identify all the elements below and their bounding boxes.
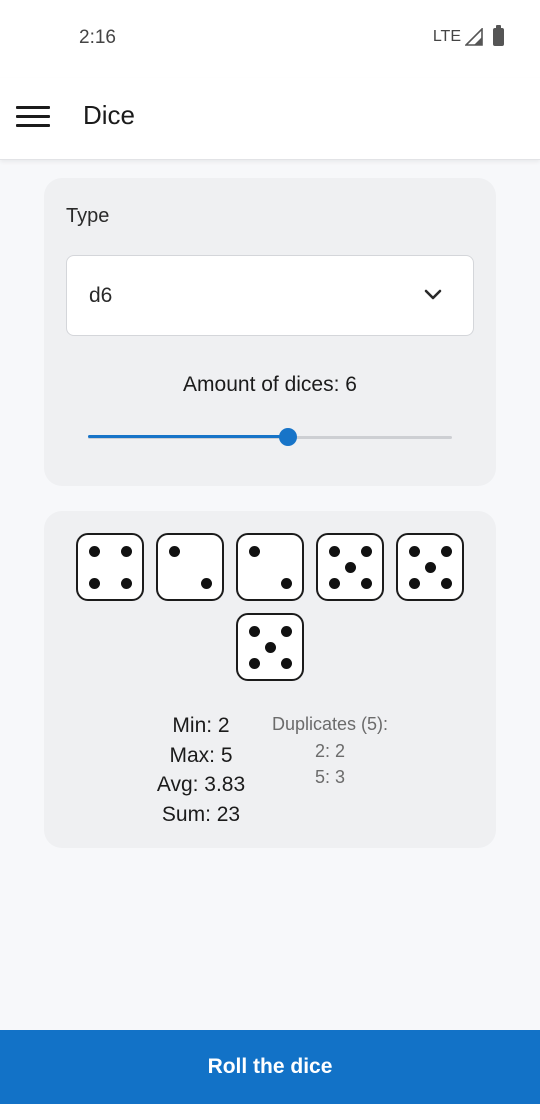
die-pip — [424, 561, 436, 573]
dice-settings-card: Type d6 Amount of dices: 6 — [44, 178, 496, 486]
status-icons: LTE — [432, 25, 504, 46]
dice-type-select[interactable]: d6 — [66, 255, 474, 336]
die-pip — [344, 561, 356, 573]
signal-icon — [465, 28, 483, 46]
slider-fill — [88, 435, 289, 438]
die-pip — [168, 545, 180, 557]
die-pip — [200, 577, 212, 589]
status-time: 2:16 — [79, 27, 116, 48]
duplicate-item: 2: 2 — [314, 740, 346, 761]
die-pip — [248, 625, 260, 637]
duplicate-item: 5: 3 — [314, 767, 346, 787]
navigation-bar — [0, 1104, 540, 1120]
die-pip — [248, 657, 260, 669]
stat-min: Min: 2 — [172, 714, 230, 737]
dice-row — [44, 533, 496, 601]
die-pip — [408, 545, 420, 557]
chevron-down-icon — [424, 289, 442, 300]
dice-type-value: d6 — [89, 284, 113, 307]
stats-summary: Min: 2 Max: 5 Avg: 3.83 Sum: 23 — [136, 711, 266, 829]
battery-icon — [493, 25, 504, 46]
die-face — [236, 613, 304, 681]
die-face — [156, 533, 224, 601]
die-pip — [264, 641, 276, 653]
die-face — [316, 533, 384, 601]
duplicates-summary: Duplicates (5): 2: 2 5: 3 — [260, 711, 400, 791]
duplicates-title: Duplicates (5): — [271, 714, 389, 734]
amount-label: Amount of dices: 6 — [183, 373, 357, 396]
network-label: LTE — [432, 28, 461, 45]
app-bar: Dice — [0, 78, 540, 160]
die-face — [396, 533, 464, 601]
die-pip — [280, 577, 292, 589]
hamburger-menu-icon[interactable] — [16, 105, 50, 129]
stat-sum: Sum: 23 — [161, 802, 241, 826]
die-pip — [88, 577, 100, 589]
stat-avg: Avg: 3.83 — [156, 773, 246, 796]
roll-result-card: Min: 2 Max: 5 Avg: 3.83 Sum: 23 Duplicat… — [44, 511, 496, 848]
die-pip — [280, 625, 292, 637]
amount-slider[interactable] — [88, 428, 452, 446]
die-face — [76, 533, 144, 601]
status-bar: 2:16 LTE — [0, 0, 540, 78]
die-pip — [440, 577, 452, 589]
die-pip — [360, 545, 372, 557]
die-pip — [248, 545, 260, 557]
dice-row — [44, 613, 496, 681]
die-pip — [360, 577, 372, 589]
die-pip — [440, 545, 452, 557]
die-pip — [408, 577, 420, 589]
stat-max: Max: 5 — [169, 743, 233, 767]
die-pip — [88, 545, 100, 557]
type-label: Type — [66, 205, 110, 227]
die-pip — [328, 545, 340, 557]
die-pip — [280, 657, 292, 669]
roll-dice-button[interactable]: Roll the dice — [0, 1030, 540, 1104]
slider-thumb[interactable] — [279, 428, 298, 446]
page-title: Dice — [83, 100, 136, 130]
die-pip — [120, 545, 132, 557]
die-pip — [120, 577, 132, 589]
die-face — [236, 533, 304, 601]
die-pip — [328, 577, 340, 589]
